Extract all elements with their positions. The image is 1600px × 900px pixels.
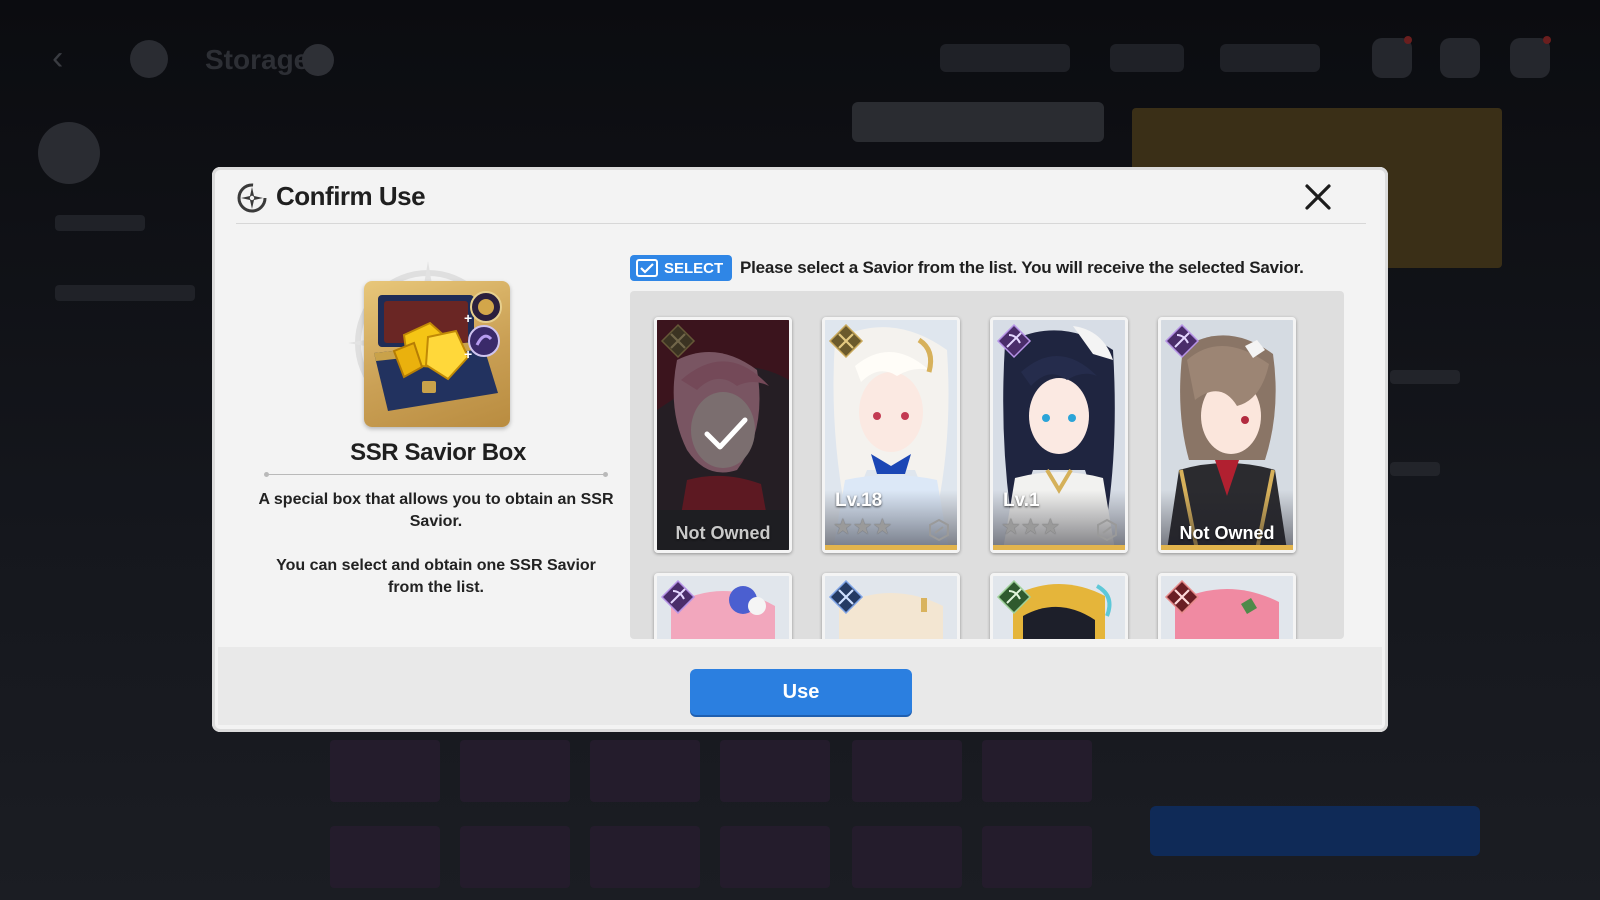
inventory-cell bbox=[982, 740, 1092, 802]
rarity-bar bbox=[1161, 545, 1293, 550]
item-description-line: You can select and obtain one SSR Savior… bbox=[276, 557, 596, 596]
savior-card[interactable] bbox=[1158, 573, 1296, 639]
rarity-bar bbox=[993, 545, 1125, 550]
inventory-cell bbox=[720, 826, 830, 888]
item-name: SSR Savior Box bbox=[350, 439, 526, 466]
ssr-savior-box-image: + + bbox=[364, 281, 510, 427]
savior-card[interactable]: Not Owned bbox=[654, 317, 792, 553]
savior-card[interactable] bbox=[822, 573, 960, 639]
background-button bbox=[1150, 806, 1480, 856]
inventory-cell bbox=[852, 740, 962, 802]
inventory-cell bbox=[720, 740, 830, 802]
svg-text:+: + bbox=[464, 346, 472, 362]
savior-card[interactable] bbox=[654, 573, 792, 639]
savior-card[interactable]: Not Owned bbox=[1158, 317, 1296, 553]
inventory-cell bbox=[460, 740, 570, 802]
inventory-cell bbox=[590, 740, 700, 802]
resource-pill bbox=[1110, 44, 1184, 72]
class-bow-icon bbox=[660, 579, 696, 615]
class-crossed-swords-icon bbox=[828, 579, 864, 615]
dialog-header: Confirm Use bbox=[212, 167, 1388, 225]
star-rating: ★★★ bbox=[1001, 514, 1061, 539]
chat-icon bbox=[1440, 38, 1480, 78]
use-button[interactable]: Use bbox=[690, 669, 912, 715]
info-icon bbox=[302, 44, 334, 76]
checkbox-icon bbox=[636, 259, 658, 277]
dialog-title: Confirm Use bbox=[276, 181, 426, 211]
close-icon[interactable] bbox=[1302, 181, 1334, 213]
back-arrow-icon: ‹ bbox=[52, 39, 64, 77]
background-title: Storage bbox=[205, 44, 310, 75]
inventory-cell bbox=[460, 826, 570, 888]
rarity-bar bbox=[825, 545, 957, 550]
level-label: Lv.1 bbox=[1003, 490, 1040, 511]
resource-pill bbox=[1220, 44, 1320, 72]
sidebar-line bbox=[55, 215, 145, 231]
not-owned-label: Not Owned bbox=[1179, 523, 1275, 543]
svg-text:+: + bbox=[464, 310, 472, 326]
inventory-cell bbox=[590, 826, 700, 888]
savior-card[interactable] bbox=[990, 573, 1128, 639]
class-crossed-swords-icon bbox=[828, 323, 864, 359]
resource-pill bbox=[940, 44, 1070, 72]
avatar bbox=[38, 122, 100, 184]
notification-dot bbox=[1404, 36, 1412, 44]
help-icon bbox=[130, 40, 168, 78]
select-badge: SELECT bbox=[630, 255, 732, 281]
savior-card[interactable]: Lv.1 ★★★ bbox=[990, 317, 1128, 553]
item-description-line: A special box that allows you to obtain … bbox=[258, 491, 614, 530]
not-owned-label: Not Owned bbox=[675, 523, 771, 543]
checkmark-icon bbox=[704, 417, 748, 450]
inventory-cell bbox=[852, 826, 962, 888]
hexagon-lock-icon bbox=[1097, 518, 1117, 542]
class-bow-icon bbox=[996, 323, 1032, 359]
item-description: A special box that allows you to obtain … bbox=[258, 489, 614, 621]
item-divider bbox=[264, 472, 608, 477]
detail-line bbox=[1390, 370, 1460, 384]
mail-icon bbox=[1372, 38, 1412, 78]
sidebar-line bbox=[55, 285, 195, 301]
treasure-chest-icon: + + bbox=[374, 291, 502, 411]
class-bow-icon bbox=[996, 579, 1032, 615]
detail-line bbox=[1390, 462, 1440, 476]
class-crossed-swords-icon bbox=[1164, 579, 1200, 615]
inventory-cell bbox=[330, 826, 440, 888]
savior-list[interactable]: Not Owned Lv.18 ★★★ Lv.1 ★★★ Not Owned bbox=[630, 291, 1344, 639]
inventory-cell bbox=[330, 740, 440, 802]
select-badge-label: SELECT bbox=[664, 259, 724, 277]
compass-star-icon bbox=[237, 183, 267, 213]
filter-bar bbox=[852, 102, 1104, 142]
inventory-cell bbox=[982, 826, 1092, 888]
star-rating: ★★★ bbox=[833, 514, 893, 539]
notification-dot bbox=[1543, 36, 1551, 44]
level-label: Lv.18 bbox=[835, 490, 883, 511]
select-instruction: Please select a Savior from the list. Yo… bbox=[740, 258, 1304, 277]
confirm-use-dialog: Confirm Use + + SSR Savior Box A special… bbox=[212, 167, 1388, 732]
hexagon-lock-icon bbox=[929, 518, 949, 542]
class-bow-icon bbox=[1164, 323, 1200, 359]
savior-card[interactable]: Lv.18 ★★★ bbox=[822, 317, 960, 553]
header-divider bbox=[236, 223, 1366, 224]
menu-icon bbox=[1510, 38, 1550, 78]
